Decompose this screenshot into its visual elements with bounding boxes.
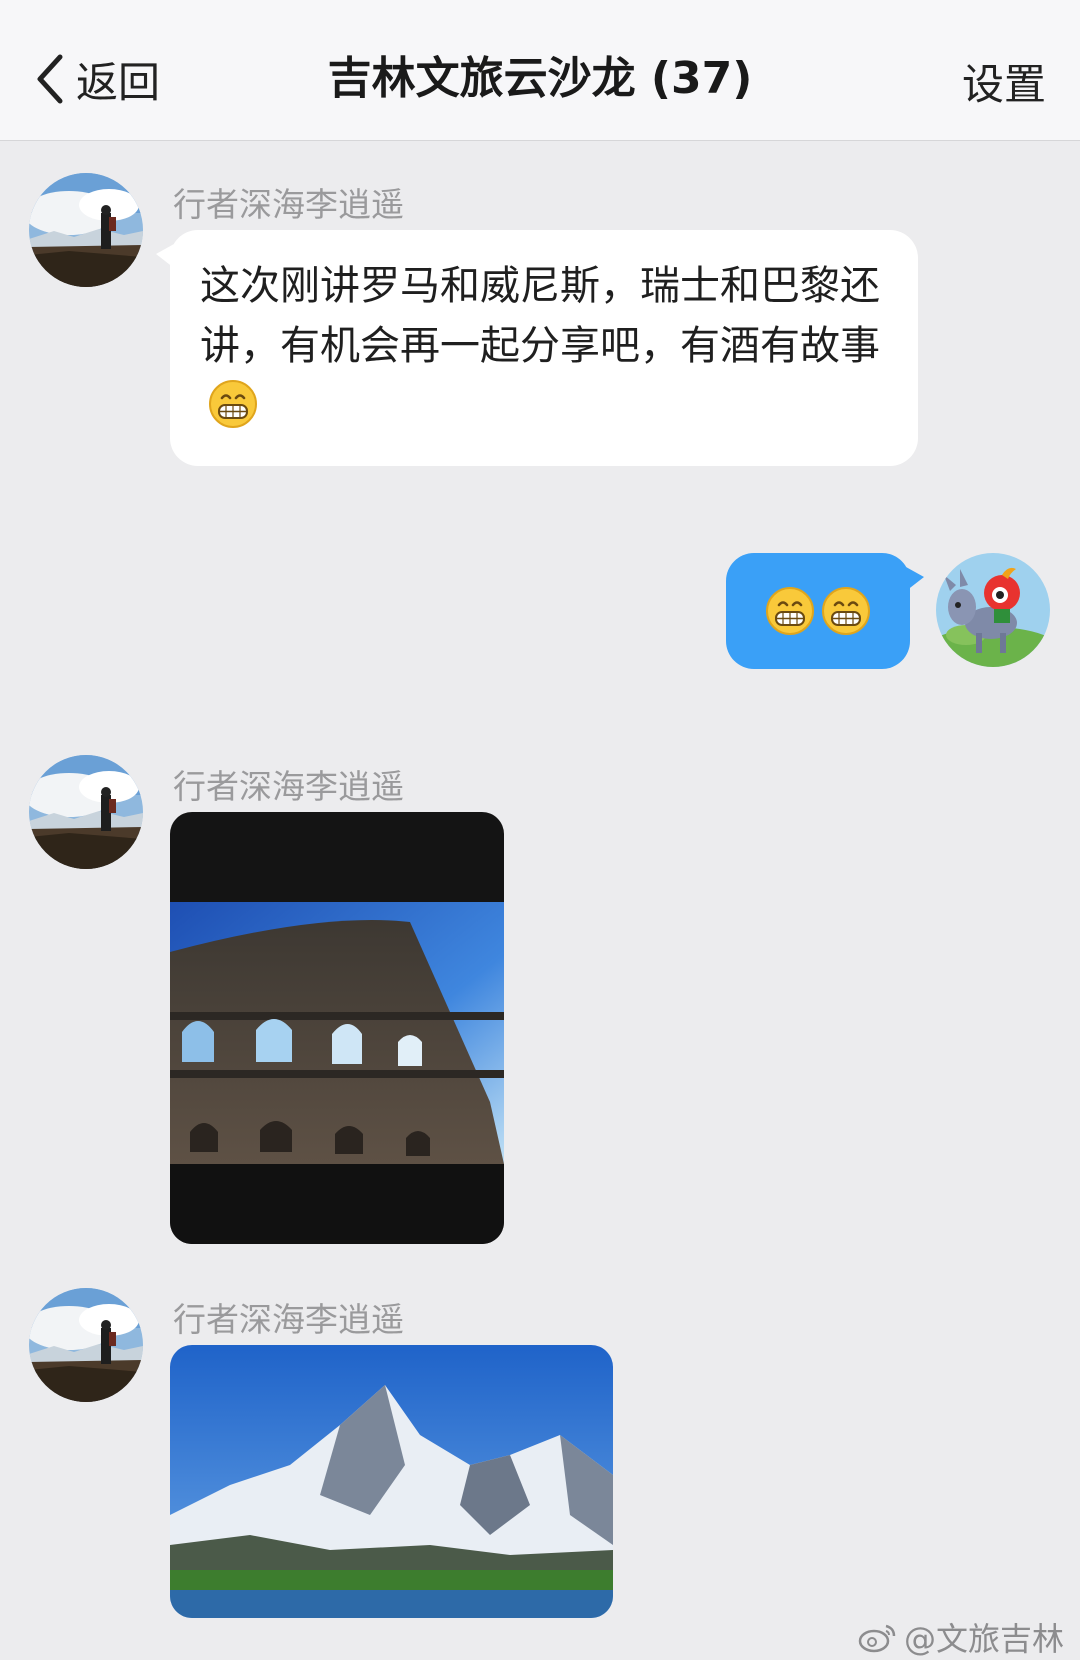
self-message-bubble[interactable] xyxy=(726,553,924,669)
colosseum-image xyxy=(170,812,504,1244)
grinning-face-icon xyxy=(821,586,871,636)
sender-avatar[interactable] xyxy=(29,755,143,869)
self-avatar[interactable] xyxy=(936,553,1050,667)
snowy-mountain-photo[interactable] xyxy=(170,1345,613,1618)
sender-avatar[interactable] xyxy=(29,1288,143,1402)
message-bubble[interactable]: 这次刚讲罗马和威尼斯，瑞士和巴黎还讲，有机会再一起分享吧，有酒有故事 xyxy=(156,230,918,466)
donkey-mascot-avatar-icon xyxy=(936,553,1050,667)
sender-name: 行者深海李逍遥 xyxy=(173,185,404,224)
sender-name: 行者深海李逍遥 xyxy=(173,1300,404,1339)
settings-button[interactable]: 设置 xyxy=(962,50,1046,120)
watermark-text: @文旅吉林 xyxy=(903,1620,1064,1658)
grinning-face-icon xyxy=(765,586,815,636)
hiker-avatar-icon xyxy=(29,173,143,287)
grinning-face-icon xyxy=(208,379,258,429)
message-text: 这次刚讲罗马和威尼斯，瑞士和巴黎还讲，有机会再一起分享吧，有酒有故事 xyxy=(200,263,880,369)
colosseum-photo[interactable] xyxy=(170,812,504,1244)
hiker-avatar-icon xyxy=(29,755,143,869)
mountain-image xyxy=(170,1345,613,1618)
weibo-icon xyxy=(858,1624,896,1653)
sender-name: 行者深海李逍遥 xyxy=(173,767,404,806)
hiker-avatar-icon xyxy=(29,1288,143,1402)
chat-title: 吉林文旅云沙龙 (37) xyxy=(327,53,753,104)
sender-avatar[interactable] xyxy=(29,173,143,287)
weibo-watermark: @文旅吉林 xyxy=(858,1614,1064,1660)
navigation-bar: 返回 吉林文旅云沙龙 (37) 设置 xyxy=(0,0,1080,141)
